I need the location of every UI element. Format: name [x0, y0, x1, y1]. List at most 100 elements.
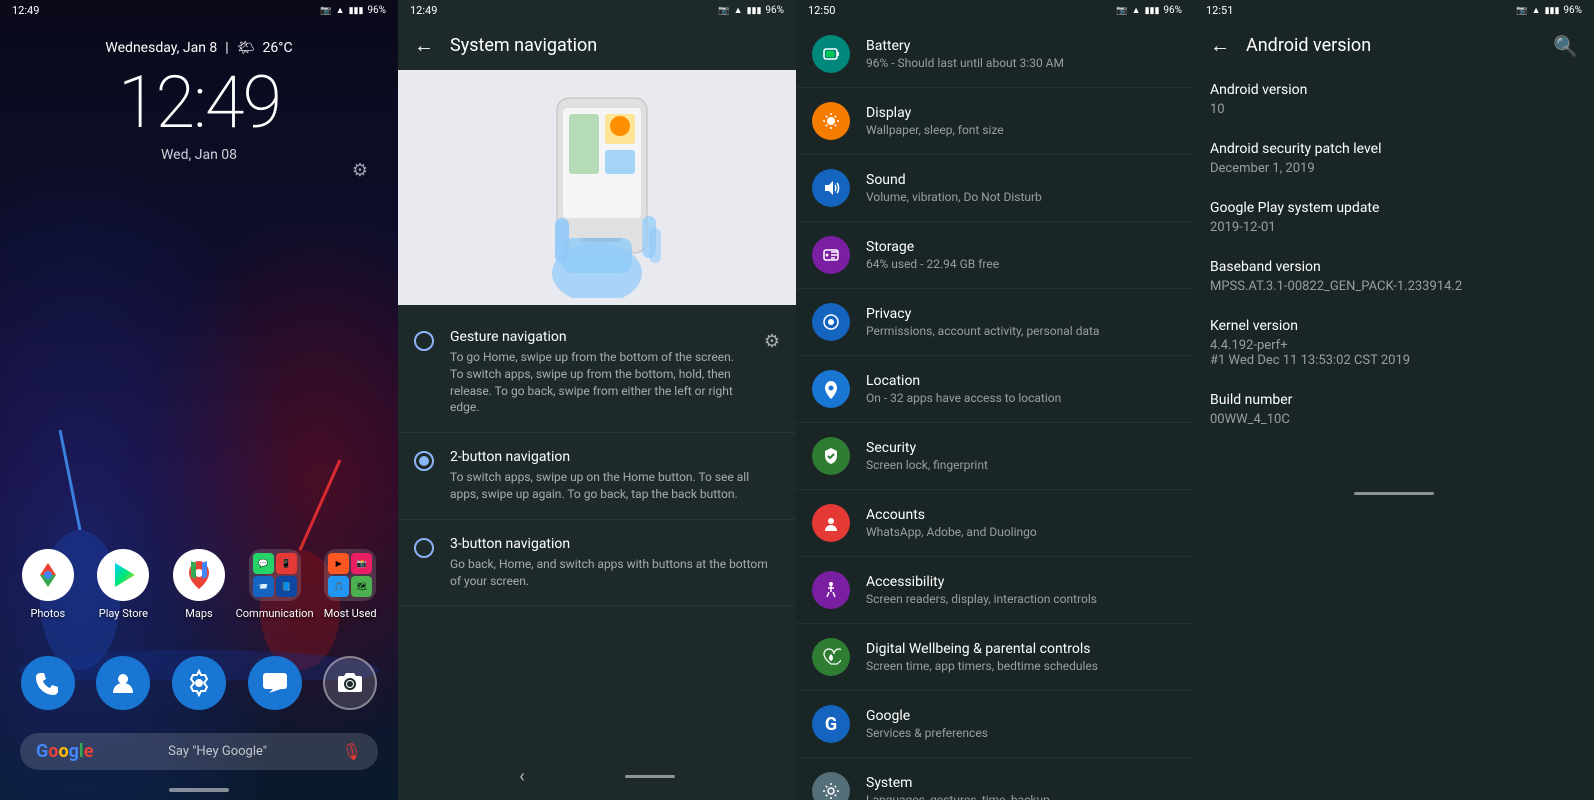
settings-security[interactable]: Security Screen lock, fingerprint — [796, 423, 1194, 490]
system-navigation-panel: 12:49 📷 ▲ ▮▮▮ 96% ← System navigation — [398, 0, 796, 800]
app-maps[interactable]: Maps — [164, 549, 234, 620]
maps-icon — [173, 549, 225, 601]
sound-text: Sound Volume, vibration, Do Not Disturb — [866, 172, 1178, 204]
google-g-icon: Google — [36, 741, 93, 762]
settings-display[interactable]: Display Wallpaper, sleep, font size — [796, 88, 1194, 155]
storage-text: Storage 64% used - 22.94 GB free — [866, 239, 1178, 271]
settings-sound[interactable]: Sound Volume, vibration, Do Not Disturb — [796, 155, 1194, 222]
settings-system[interactable]: System Languages, gestures, time, backup — [796, 758, 1194, 800]
accounts-settings-icon — [812, 504, 850, 542]
search-android-button[interactable]: 🔍 — [1553, 34, 1578, 58]
status-icons-settings: 📷 ▲ ▮▮▮ 96% — [1116, 5, 1182, 16]
bottom-nav-bar: ‹ — [398, 752, 796, 800]
google-search-bar[interactable]: Google Say "Hey Google" 🎙 — [20, 733, 378, 770]
app-communication[interactable]: 💬 📱 📨 📘 Communication — [240, 549, 310, 620]
gesture-nav-option[interactable]: Gesture navigation To go Home, swipe up … — [398, 313, 796, 433]
threebutton-nav-radio[interactable] — [414, 538, 434, 558]
sound-sub: Volume, vibration, Do Not Disturb — [866, 190, 1178, 204]
twobutton-nav-radio[interactable] — [414, 451, 434, 471]
system-text: System Languages, gestures, time, backup — [866, 775, 1178, 800]
google-g-letter: G — [825, 714, 837, 735]
dock-row — [10, 656, 388, 710]
phone-dock-btn[interactable] — [21, 656, 75, 710]
display-sub: Wallpaper, sleep, font size — [866, 123, 1178, 137]
battery-text-home: 96% — [367, 5, 386, 16]
settings-google[interactable]: G Google Services & preferences — [796, 691, 1194, 758]
maps-label: Maps — [185, 607, 212, 620]
status-bar-settings: 12:50 📷 ▲ ▮▮▮ 96% — [796, 0, 1194, 21]
threebutton-nav-text: 3-button navigation Go back, Home, and s… — [450, 536, 780, 590]
system-settings-icon — [812, 772, 850, 800]
status-time-android: 12:51 — [1206, 4, 1233, 17]
weather-icon: 🌤 — [237, 40, 255, 56]
display-text: Display Wallpaper, sleep, font size — [866, 105, 1178, 137]
google-sub: Services & preferences — [866, 726, 1178, 740]
home-indicator — [169, 788, 229, 792]
settings-accounts[interactable]: Accounts WhatsApp, Adobe, and Duolingo — [796, 490, 1194, 557]
security-sub: Screen lock, fingerprint — [866, 458, 1178, 472]
settings-accessibility[interactable]: Accessibility Screen readers, display, i… — [796, 557, 1194, 624]
back-button[interactable]: ← — [414, 33, 434, 58]
mic-icon[interactable]: 🎙 — [342, 742, 362, 761]
big-clock: 12:49 — [0, 60, 398, 145]
settings-gear-icon[interactable]: ⚙ — [352, 160, 368, 181]
wellbeing-sub: Screen time, app timers, bedtime schedul… — [866, 659, 1178, 673]
cam-icon-android: 📷 — [1516, 6, 1527, 16]
twobutton-nav-option[interactable]: 2-button navigation To switch apps, swip… — [398, 433, 796, 520]
settings-location[interactable]: Location On - 32 apps have access to loc… — [796, 356, 1194, 423]
google-settings-icon: G — [812, 705, 850, 743]
settings-wellbeing[interactable]: Digital Wellbeing & parental controls Sc… — [796, 624, 1194, 691]
nav-illustration — [398, 70, 796, 305]
threebutton-nav-option[interactable]: 3-button navigation Go back, Home, and s… — [398, 520, 796, 607]
contacts-dock-btn[interactable] — [96, 656, 150, 710]
app-playstore[interactable]: Play Store — [88, 549, 158, 620]
twobutton-radio-fill — [419, 456, 429, 466]
app-photos[interactable]: Photos — [13, 549, 83, 620]
hey-google-text: Say "Hey Google" — [168, 744, 267, 759]
gesture-nav-radio[interactable] — [414, 331, 434, 351]
accessibility-settings-icon — [812, 571, 850, 609]
settings-dock-btn[interactable] — [172, 656, 226, 710]
camera-indicator: 📷 — [320, 6, 331, 16]
twobutton-nav-title: 2-button navigation — [450, 449, 780, 465]
date-long: Wednesday, Jan 8 — [105, 40, 217, 56]
android-patch-value: December 1, 2019 — [1210, 161, 1578, 176]
wifi-nav: ▲ — [734, 5, 743, 16]
back-nav-btn[interactable]: ‹ — [519, 766, 524, 787]
google-title: Google — [866, 708, 1178, 724]
wifi-settings: ▲ — [1132, 5, 1141, 16]
gesture-settings-icon[interactable]: ⚙ — [764, 331, 780, 352]
wellbeing-text: Digital Wellbeing & parental controls Sc… — [866, 641, 1178, 673]
android-info-section: Android version 10 Android security patc… — [1194, 70, 1594, 463]
battery-title: Battery — [866, 38, 1178, 54]
messages-dock-btn[interactable] — [248, 656, 302, 710]
gesture-nav-title: Gesture navigation — [450, 329, 748, 345]
signal-nav: ▮▮▮ — [747, 6, 762, 16]
camera-dock-btn[interactable] — [323, 656, 377, 710]
settings-battery[interactable]: Battery 96% - Should last until about 3:… — [796, 21, 1194, 88]
storage-title: Storage — [866, 239, 1178, 255]
most-mini4: 🗺 — [351, 576, 372, 597]
cam-icon-settings: 📷 — [1116, 6, 1127, 16]
home-pill[interactable] — [625, 775, 675, 778]
google-play-item: Google Play system update 2019-12-01 — [1210, 200, 1578, 235]
status-bar-home: 12:49 📷 ▲ ▮▮▮ 96% — [0, 0, 398, 21]
android-patch-item: Android security patch level December 1,… — [1210, 141, 1578, 176]
android-back-button[interactable]: ← — [1210, 33, 1230, 58]
playstore-icon — [97, 549, 149, 601]
date-sub: Wed, Jan 08 — [0, 147, 398, 163]
accounts-title: Accounts — [866, 507, 1178, 523]
kernel-label: Kernel version — [1210, 318, 1578, 334]
security-title: Security — [866, 440, 1178, 456]
settings-privacy[interactable]: Privacy Permissions, account activity, p… — [796, 289, 1194, 356]
baseband-label: Baseband version — [1210, 259, 1578, 275]
battery-android: 96% — [1563, 5, 1582, 16]
privacy-sub: Permissions, account activity, personal … — [866, 324, 1178, 338]
google-play-value: 2019-12-01 — [1210, 220, 1578, 235]
status-time-settings: 12:50 — [808, 4, 835, 17]
settings-storage[interactable]: Storage 64% used - 22.94 GB free — [796, 222, 1194, 289]
most-mini2: 📸 — [351, 553, 372, 574]
status-icons-home: 📷 ▲ ▮▮▮ 96% — [320, 5, 386, 16]
android-header: ← Android version 🔍 — [1194, 21, 1594, 70]
app-mostused[interactable]: ▶ 📸 🎵 🗺 Most Used — [315, 549, 385, 620]
